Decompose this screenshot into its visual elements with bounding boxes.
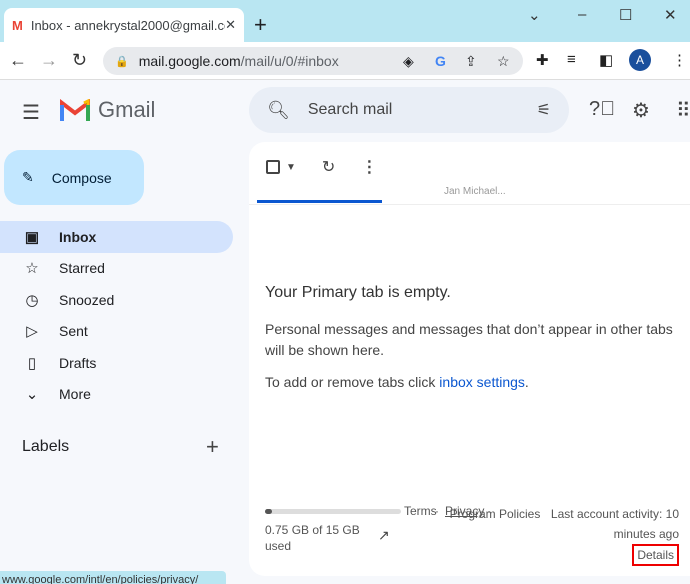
minimize-button[interactable]: – — [578, 6, 586, 23]
search-icon[interactable]: 🔍︎ — [267, 100, 290, 121]
inbox-settings-link[interactable]: inbox settings — [439, 374, 525, 390]
sidebar-item-snoozed[interactable]: ◷ Snoozed — [0, 284, 233, 316]
settings-gear-icon[interactable]: ⚙ — [632, 98, 650, 123]
caret-down-icon: ▼ — [286, 161, 296, 173]
mail-panel: ▼ ↻ ⋮ Jan Michael... Your Primary tab is… — [249, 142, 690, 576]
mail-toolbar: ▼ ↻ ⋮ — [266, 157, 377, 177]
tab-search-icon[interactable]: ⌄ — [528, 6, 541, 24]
empty-description: Personal messages and messages that don’… — [265, 321, 673, 358]
pencil-icon: ✎ — [22, 169, 34, 185]
tab-ghost-text: Jan Michael... — [444, 186, 506, 197]
menu-icon[interactable]: ⋮ — [672, 51, 687, 69]
empty-title: Your Primary tab is empty. — [265, 284, 451, 301]
tab-title: Inbox - annekrystal2000@gmail.com — [30, 17, 226, 33]
more-options-icon[interactable]: ⋮ — [361, 157, 377, 177]
forward-icon[interactable]: → — [40, 50, 58, 71]
account-activity: Last account activity: 10 minutes ago De… — [551, 504, 679, 566]
settings-hint: To add or remove tabs click inbox settin… — [265, 374, 529, 390]
maximize-button[interactable]: ☐ — [619, 6, 632, 24]
inbox-icon: ▣ — [24, 229, 40, 246]
apps-grid-icon[interactable]: ⠿ — [676, 98, 690, 123]
sidebar-item-label: Starred — [59, 260, 105, 276]
search-options-icon[interactable]: ⚟ — [537, 100, 551, 120]
storage-bar — [265, 509, 401, 514]
settings-prefix: To add or remove tabs click — [265, 374, 440, 390]
close-window-button[interactable]: ✕ — [664, 6, 677, 24]
activity-line2: minutes ago — [613, 527, 679, 541]
close-tab-icon[interactable]: ✕ — [225, 17, 236, 33]
sidebar-item-label: Drafts — [59, 355, 97, 371]
open-external-icon[interactable]: ↗ — [378, 527, 390, 544]
gmail-favicon-icon: M — [12, 17, 23, 33]
terms-link[interactable]: Terms — [404, 504, 437, 518]
compose-label: Compose — [51, 169, 112, 186]
side-panel-icon[interactable]: ◧ — [599, 51, 613, 69]
gmail-logo[interactable]: Gmail — [60, 97, 155, 123]
clock-icon: ◷ — [25, 292, 39, 309]
sidebar-item-label: Inbox — [59, 229, 97, 245]
draft-icon: ▯ — [27, 355, 37, 372]
select-checkbox[interactable]: ▼ — [266, 160, 296, 174]
url-path: /mail/u/0/#inbox — [240, 53, 339, 69]
reading-list-icon[interactable]: ≡ — [567, 51, 576, 68]
search-input[interactable]: Search mail — [308, 101, 537, 119]
labels-heading: Labels — [22, 438, 70, 455]
bookmark-star-icon[interactable]: ☆ — [497, 53, 510, 70]
checkbox-icon — [266, 160, 280, 174]
program-policies-link[interactable]: Program Policies — [449, 504, 541, 524]
lock-icon: 🔒 — [115, 55, 129, 68]
url-host: mail.google.com — [138, 53, 241, 69]
browser-toolbar: ← → ↻ 🔒 mail.google.com/mail/u/0/#inbox … — [0, 42, 690, 80]
sidebar-item-sent[interactable]: ▷ Sent — [0, 315, 233, 347]
send-icon: ▷ — [26, 323, 38, 340]
profile-avatar[interactable]: A — [629, 49, 651, 71]
sidebar-item-label: Sent — [59, 323, 88, 339]
sidebar-item-inbox[interactable]: ▣ Inbox — [0, 221, 233, 253]
create-label-button[interactable]: + — [206, 434, 219, 460]
sidebar-item-starred[interactable]: ☆ Starred — [0, 252, 233, 284]
back-icon[interactable]: ← — [9, 50, 27, 71]
eye-icon[interactable]: ◈ — [403, 53, 414, 70]
storage-fill — [265, 509, 272, 514]
activity-line1: Last account activity: 10 — [550, 507, 679, 521]
share-icon[interactable]: ⇪ — [465, 53, 477, 70]
search-bar[interactable]: 🔍︎ Search mail ⚟ — [249, 87, 569, 133]
browser-tab[interactable]: M Inbox - annekrystal2000@gmail.com ✕ — [4, 8, 244, 42]
chevron-down-icon: ⌄ — [25, 386, 39, 403]
compose-button[interactable]: ✎ Compose — [4, 150, 144, 205]
sidebar-item-label: More — [59, 386, 91, 402]
address-bar[interactable]: 🔒 mail.google.com/mail/u/0/#inbox ◈ G ⇪ … — [103, 47, 523, 75]
star-icon: ☆ — [25, 260, 39, 277]
primary-tab-indicator[interactable] — [257, 200, 382, 203]
reload-icon[interactable]: ↻ — [72, 50, 87, 71]
sidebar-item-more[interactable]: ⌄ More — [0, 378, 233, 410]
new-tab-button[interactable]: + — [254, 12, 267, 38]
google-icon[interactable]: G — [435, 53, 446, 69]
tab-strip: M Inbox - annekrystal2000@gmail.com ✕ + … — [0, 0, 690, 42]
storage-text: 0.75 GB of 15 GB used — [265, 523, 360, 553]
gmail-m-icon — [60, 99, 90, 121]
settings-suffix: . — [524, 374, 529, 390]
divider — [249, 204, 690, 205]
refresh-icon[interactable]: ↻ — [322, 157, 335, 177]
help-icon[interactable]: ?⃝ — [589, 98, 615, 121]
extensions-icon[interactable]: ✚ — [536, 51, 549, 69]
sidebar-item-label: Snoozed — [59, 292, 115, 308]
app-name: Gmail — [98, 97, 156, 122]
details-link[interactable]: Details — [632, 544, 679, 566]
sidebar-item-drafts[interactable]: ▯ Drafts — [0, 347, 233, 379]
status-bar-url: www.google.com/intl/en/policies/privacy/ — [0, 571, 226, 584]
main-menu-icon[interactable]: ☰ — [22, 100, 40, 125]
